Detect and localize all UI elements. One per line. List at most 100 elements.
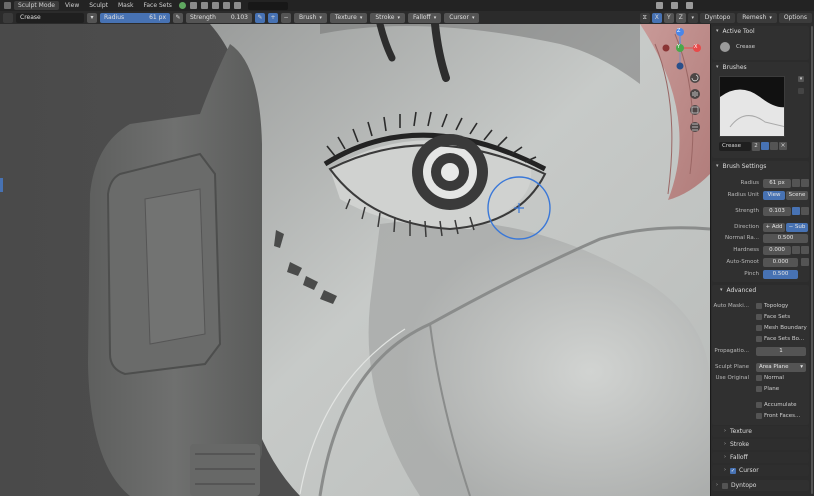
radius-unit-scene[interactable]: Scene — [786, 190, 808, 200]
brush-preview-thumbnail[interactable] — [719, 76, 785, 137]
chevron-right-icon: › — [724, 454, 726, 460]
radius-field[interactable]: Radius 61 px — [100, 12, 170, 23]
texture-subpanel[interactable]: › Texture — [712, 426, 809, 437]
active-tool-header[interactable]: ▾ Active Tool — [712, 26, 809, 37]
brushes-header[interactable]: ▾ Brushes — [712, 62, 809, 73]
fake-user-shield-icon[interactable] — [761, 142, 769, 150]
normal-radius-row: Normal Ra... 0.500 — [712, 233, 809, 243]
search-field[interactable] — [247, 1, 288, 10]
brush-users-count[interactable]: 2 — [752, 142, 760, 151]
direction-sub[interactable]: − Sub — [786, 222, 808, 232]
cursor-dropdown[interactable]: Cursor ▾ — [444, 12, 480, 23]
texture-dropdown[interactable]: Texture ▾ — [329, 12, 368, 23]
editor-type-icon[interactable] — [4, 2, 11, 9]
mask-face-sets-checkbox[interactable] — [756, 314, 762, 320]
radius-row: Radius 61 px — [712, 178, 809, 188]
gizmo-z-label[interactable]: Z — [677, 28, 680, 34]
propagation-row: Propagatio... 1 — [712, 346, 809, 356]
close-icon[interactable]: × — [779, 142, 787, 150]
stroke-subpanel[interactable]: › Stroke — [712, 439, 809, 450]
pressure-icon[interactable] — [792, 179, 800, 187]
dyntopo-checkbox[interactable] — [722, 482, 728, 489]
mask-mesh-boundary-checkbox[interactable] — [756, 325, 762, 331]
falloff-subpanel[interactable]: › Falloff — [712, 452, 809, 463]
hardness-label: Hardness — [733, 247, 759, 253]
cursor-checkbox[interactable]: ✓ — [730, 467, 736, 474]
direction-sub-icon[interactable]: − — [281, 12, 291, 23]
pinch-field[interactable]: 0.500 — [763, 269, 798, 279]
chevron-down-icon: ▾ — [716, 163, 719, 169]
mask-face-sets-boundary-checkbox[interactable] — [756, 336, 762, 342]
hardness-invert-icon[interactable] — [792, 246, 800, 254]
radius-pressure-icon[interactable]: ✎ — [173, 12, 183, 23]
brush-list-chevron-icon[interactable]: ▾ — [798, 76, 804, 82]
front-faces-checkbox[interactable] — [756, 413, 762, 419]
strength-pressure-icon[interactable]: ✎ — [255, 12, 265, 23]
axis-z-toggle[interactable]: Z — [675, 12, 686, 23]
symmetry-chevron-icon[interactable]: ▾ — [687, 12, 698, 23]
gizmo-x-label[interactable]: X — [694, 44, 697, 50]
direction-add[interactable]: + Add — [763, 222, 785, 232]
toggle-icon-4[interactable] — [222, 2, 230, 9]
sidebar-scrollbar[interactable] — [811, 26, 813, 494]
hardness-pressure-icon[interactable] — [801, 246, 809, 254]
options-dropdown[interactable]: Options — [778, 12, 812, 23]
symmetry-icon[interactable]: ⧖ — [639, 12, 650, 23]
brush-dropdown[interactable]: Brush ▾ — [294, 12, 327, 23]
dyntopo-section[interactable]: › Dyntopo — [712, 480, 809, 491]
accumulate-row: Accumulate — [712, 400, 809, 410]
direction-add-icon[interactable]: + — [268, 12, 278, 23]
gizmo-y-label[interactable]: Y — [677, 44, 680, 50]
overlay-icon[interactable] — [671, 2, 678, 9]
toggle-icon-1[interactable] — [189, 2, 197, 9]
propagation-field[interactable]: 1 — [756, 346, 806, 356]
menu-mask[interactable]: Mask — [114, 1, 137, 10]
normal-radius-field[interactable]: 0.500 — [763, 233, 808, 243]
orig-plane-checkbox[interactable] — [756, 386, 762, 392]
toggle-icon-3[interactable] — [211, 2, 219, 9]
mask-topology-checkbox[interactable] — [756, 303, 762, 309]
mode-selector[interactable]: Sculpt Mode — [14, 1, 59, 10]
menu-face-sets[interactable]: Face Sets — [139, 1, 175, 10]
strength-pressure-icon[interactable] — [792, 207, 800, 215]
toggle-icon-5[interactable] — [233, 2, 241, 9]
falloff-dropdown[interactable]: Falloff ▾ — [407, 12, 442, 23]
brush-name-field[interactable]: Crease — [719, 142, 751, 151]
radius-field[interactable]: 61 px — [763, 178, 791, 188]
duplicate-brush-icon[interactable] — [770, 142, 778, 150]
3d-viewport[interactable]: Z X Y — [0, 24, 710, 496]
orig-normal-checkbox[interactable] — [756, 375, 762, 381]
brush-name-field[interactable]: Crease — [16, 12, 84, 23]
menu-sculpt[interactable]: Sculpt — [85, 1, 112, 10]
brush-preview-icon[interactable] — [3, 12, 13, 23]
auto-smooth-field[interactable]: 0.000 — [763, 257, 798, 267]
advanced-header[interactable]: ▾ Advanced — [712, 285, 809, 296]
hardness-field[interactable]: 0.000 — [763, 245, 791, 255]
menu-view[interactable]: View — [61, 1, 83, 10]
stroke-dropdown[interactable]: Stroke ▾ — [370, 12, 405, 23]
crease-tool-icon — [720, 42, 730, 52]
accumulate-checkbox[interactable] — [756, 402, 762, 408]
chevron-right-icon: › — [724, 428, 726, 434]
axis-x-toggle[interactable]: X — [651, 12, 662, 23]
orig-normal-label: Normal — [764, 375, 784, 381]
filter-icon[interactable] — [686, 2, 693, 9]
gizmo-toggle-icon[interactable] — [656, 2, 663, 9]
shading-globe-icon[interactable] — [178, 2, 186, 9]
auto-smooth-pressure-icon[interactable] — [801, 258, 809, 266]
strength-toggle-icon[interactable] — [801, 207, 809, 215]
axis-y-toggle[interactable]: Y — [663, 12, 674, 23]
toggle-icon-2[interactable] — [200, 2, 208, 9]
strength-field[interactable]: Strength 0.103 — [186, 12, 252, 23]
brush-extra-icon[interactable] — [798, 88, 804, 94]
brush-browse-icon[interactable]: ▾ — [87, 12, 97, 23]
unit-toggle-icon[interactable] — [801, 179, 809, 187]
dyntopo-dropdown[interactable]: Dyntopo — [699, 12, 736, 23]
cursor-subpanel[interactable]: › ✓ Cursor — [712, 465, 809, 476]
sculpt-plane-dropdown[interactable]: Area Plane ▾ — [756, 362, 806, 372]
radius-unit-view[interactable]: View — [763, 190, 785, 200]
sculpt-render — [0, 24, 710, 496]
remesh-dropdown[interactable]: Remesh ▾ — [737, 12, 777, 23]
strength-field[interactable]: 0.103 — [763, 206, 791, 216]
brush-settings-header[interactable]: ▾ Brush Settings — [712, 161, 809, 172]
